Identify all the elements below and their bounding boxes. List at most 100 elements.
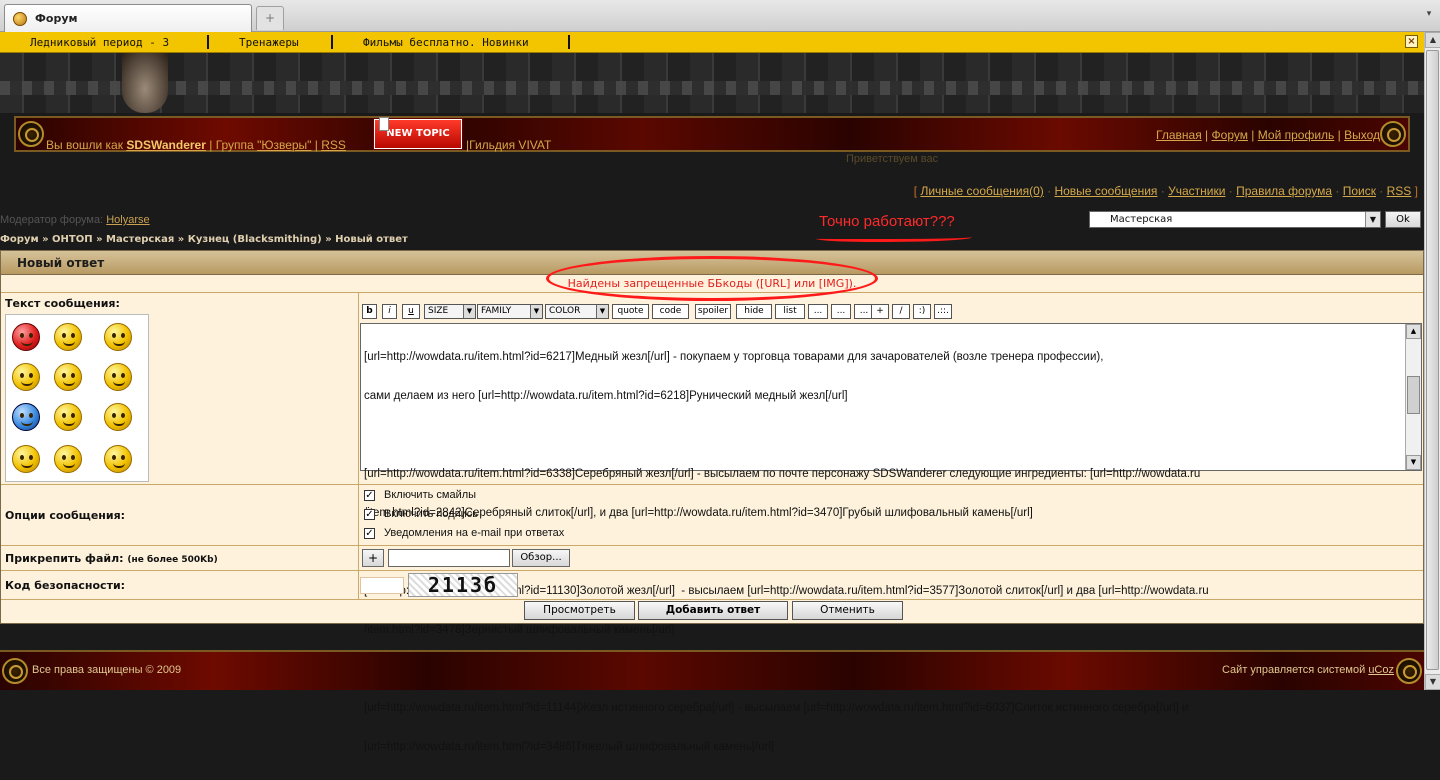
hide-button[interactable]: hide [736, 304, 772, 319]
enable-smiles-label: Включить смайлы [384, 489, 477, 501]
new-topic-label: NEW TOPIC [386, 128, 450, 139]
ad-link-trainers[interactable]: Тренажеры [239, 36, 299, 49]
textarea-scrollbar[interactable]: ▲ ▼ [1405, 324, 1421, 470]
separator: | [1201, 128, 1212, 142]
new-topic-button[interactable]: NEW TOPIC [374, 117, 462, 149]
scroll-up-icon[interactable]: ▲ [1406, 324, 1421, 339]
forum-link[interactable]: Форум [1212, 128, 1248, 142]
message-line: [url=http://wowdata.ru/item.html?id=3486… [364, 741, 775, 753]
username-link[interactable]: SDSWanderer [126, 138, 206, 152]
scrollbar-thumb[interactable] [1407, 376, 1420, 414]
reply-form: Новый ответ Найдены запрещенные ББкоды (… [0, 250, 1424, 753]
forum-top-links: [ Личные сообщения(0) · Новые сообщения … [914, 184, 1418, 198]
quote-button[interactable]: quote [612, 304, 649, 319]
sly-smiley-icon[interactable] [104, 323, 132, 351]
row-divider [1, 599, 1423, 600]
home-link[interactable]: Главная [1156, 128, 1202, 142]
private-messages-link[interactable]: Личные сообщения(0) [920, 184, 1043, 198]
message-line: /item.html?id=2842]Серебряный слиток[/ur… [364, 507, 1033, 519]
file-path-input[interactable] [388, 549, 510, 567]
forum-jump-select[interactable]: Мастерская ▼ [1089, 211, 1381, 228]
security-code-input[interactable] [360, 577, 404, 594]
list-button[interactable]: list [775, 304, 805, 319]
plus-button[interactable]: + [871, 304, 889, 319]
chevron-down-icon[interactable]: ▼ [1365, 212, 1380, 227]
shock-smiley-icon[interactable] [104, 403, 132, 431]
separator: · [1225, 184, 1237, 198]
angry-smiley-icon[interactable] [12, 323, 40, 351]
message-line: /item.html?id=3478]Зернистый шлифовальны… [364, 624, 675, 636]
rss-top-link[interactable]: RSS [1387, 184, 1412, 198]
stone-band [0, 81, 1424, 95]
italic-button[interactable]: i [382, 304, 397, 319]
underline-button[interactable]: u [402, 304, 420, 319]
add-file-button[interactable]: + [362, 549, 384, 567]
divider [568, 35, 570, 49]
close-tag-button[interactable]: / [892, 304, 910, 319]
more-button-2[interactable]: ... [831, 304, 851, 319]
smile-smiley-icon[interactable] [54, 403, 82, 431]
security-code-label: Код безопасности: [5, 579, 126, 592]
message-line: ​ [364, 429, 1404, 442]
divider [207, 35, 209, 49]
rss-link[interactable]: RSS [321, 138, 346, 152]
new-messages-link[interactable]: Новые сообщения [1054, 184, 1157, 198]
scrollbar-thumb[interactable] [1426, 50, 1439, 670]
submit-reply-button[interactable]: Добавить ответ [638, 601, 788, 620]
ad-link-movies[interactable]: Фильмы бесплатно. Новинки [363, 36, 529, 49]
user-bar: Вы вошли как SDSWanderer | Группа "Юзвер… [14, 116, 1410, 152]
profile-link[interactable]: Мой профиль [1258, 128, 1335, 142]
page-scrollbar[interactable]: ▲ ▼ [1424, 32, 1440, 690]
scroll-down-icon[interactable]: ▼ [1425, 674, 1440, 690]
attach-label-text: Прикрепить файл: [5, 552, 128, 565]
ad-link-ice-age[interactable]: Ледниковый период - 3 [30, 36, 169, 49]
forum-jump-ok-button[interactable]: Ok [1385, 211, 1421, 228]
confused-smiley-icon[interactable] [104, 445, 132, 473]
message-textarea[interactable]: [url=http://wowdata.ru/item.html?id=6217… [360, 323, 1422, 753]
more-button-1[interactable]: ... [808, 304, 828, 319]
cancel-button[interactable]: Отменить [792, 601, 903, 620]
scroll-up-icon[interactable]: ▲ [1425, 32, 1440, 48]
separator: · [1157, 184, 1169, 198]
laugh-smiley-icon[interactable] [104, 363, 132, 391]
color-label: COLOR [549, 306, 581, 316]
extra-button[interactable]: .::. [934, 304, 952, 319]
code-button[interactable]: code [652, 304, 689, 319]
sad-smiley-icon[interactable] [54, 323, 82, 351]
close-banner-icon[interactable]: × [1405, 35, 1418, 48]
guild-label[interactable]: |Гильдия VIVAT [466, 138, 551, 152]
breadcrumb[interactable]: Форум » ОНТОП » Мастерская » Кузнец (Bla… [0, 234, 408, 245]
moderator-link[interactable]: Holyarse [106, 214, 149, 226]
bold-button[interactable]: b [362, 304, 377, 319]
color-select[interactable]: COLOR ▼ [545, 304, 609, 319]
wink-smiley-icon[interactable] [54, 445, 82, 473]
cry-smiley-icon[interactable] [12, 363, 40, 391]
spoiler-button[interactable]: spoiler [695, 304, 731, 319]
browse-button[interactable]: Обзор... [512, 549, 570, 567]
group-link[interactable]: "Юзверы" [257, 138, 311, 152]
search-link[interactable]: Поиск [1343, 184, 1376, 198]
ucoz-link[interactable]: uCoz [1368, 664, 1394, 676]
cold-smiley-icon[interactable] [12, 403, 40, 431]
new-tab-button[interactable]: + [256, 6, 284, 30]
smiley-button[interactable]: :) [913, 304, 931, 319]
tab-title: Форум [35, 12, 78, 25]
celtic-ornament-icon [1380, 121, 1406, 147]
scroll-down-icon[interactable]: ▼ [1406, 455, 1421, 470]
surprised-smiley-icon[interactable] [54, 363, 82, 391]
email-notify-checkbox[interactable]: ✓ [364, 528, 375, 539]
rules-link[interactable]: Правила форума [1236, 184, 1332, 198]
preview-button[interactable]: Просмотреть [524, 601, 635, 620]
enable-smiles-checkbox[interactable]: ✓ [364, 490, 375, 501]
smiley-panel [5, 314, 149, 482]
lol-smiley-icon[interactable] [12, 445, 40, 473]
font-family-select[interactable]: FAMILY ▼ [477, 304, 543, 319]
size-select[interactable]: SIZE ▼ [424, 304, 476, 319]
message-label: Текст сообщения: [5, 297, 120, 310]
celtic-ornament-icon [1396, 658, 1422, 684]
members-link[interactable]: Участники [1168, 184, 1225, 198]
enable-signature-checkbox[interactable]: ✓ [364, 509, 375, 520]
logout-link[interactable]: Выход [1344, 128, 1380, 142]
tabs-menu-icon[interactable]: ▾ [1422, 9, 1436, 21]
browser-tab[interactable]: Форум [4, 4, 252, 32]
